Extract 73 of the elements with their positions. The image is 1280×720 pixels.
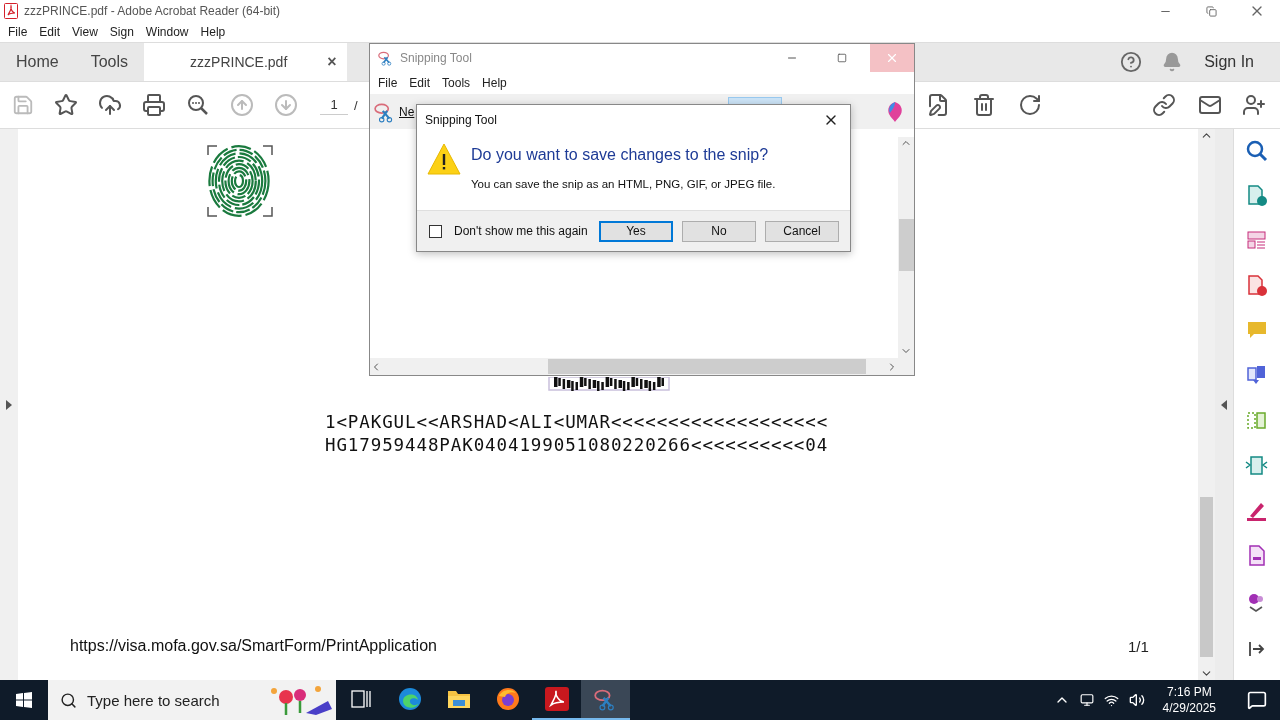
fingerprint-icon [207, 145, 273, 217]
compress-pdf-icon[interactable] [1245, 454, 1269, 478]
edit-document-icon[interactable] [926, 93, 950, 117]
page-number-field[interactable]: 1 [320, 95, 348, 115]
date-text: 4/29/2025 [1162, 700, 1216, 716]
windows-icon [16, 692, 32, 708]
menu-item[interactable]: File [2, 25, 34, 39]
menu-item[interactable]: Window [139, 25, 195, 39]
restore-icon[interactable] [1205, 5, 1217, 17]
close-tab-button[interactable]: × [327, 53, 337, 71]
menu-item[interactable]: View [66, 25, 104, 39]
collapse-arrow-icon[interactable] [1221, 399, 1227, 410]
rotate-icon[interactable] [1018, 93, 1042, 117]
mail-icon[interactable] [1198, 93, 1222, 117]
dialog-message: You can save the snip as an HTML, PNG, GIF, or JPEG file. [471, 178, 776, 190]
network-icon[interactable] [1103, 692, 1119, 708]
window-title: zzzPRINCE.pdf - Adobe Acrobat Reader (64-bit) [24, 4, 282, 18]
menu-item[interactable]: Edit [33, 25, 67, 39]
dialog-title: Snipping Tool [425, 113, 497, 127]
edge-icon[interactable] [397, 687, 422, 711]
mrz-text: 1<PAKGUL<<ARSHAD<ALI<UMAR<<<<<<<<<<<<<<<<<<< HG17959448PAK0404199051080220266<<<<<<<<<<04 [325, 411, 830, 457]
volume-icon[interactable] [1128, 692, 1145, 708]
star-icon[interactable] [54, 93, 78, 117]
scissors-icon [378, 50, 394, 66]
link-icon[interactable] [1152, 93, 1176, 117]
zoom-icon[interactable] [186, 93, 210, 117]
task-view-icon[interactable] [349, 689, 372, 709]
scrollbar-thumb[interactable] [1200, 497, 1213, 657]
menu-item[interactable]: Edit [403, 76, 437, 90]
scrollbar-thumb[interactable] [548, 359, 866, 374]
clock[interactable]: 7:16 PM 4/29/2025 [1154, 684, 1224, 716]
dialog-button[interactable]: Yes [599, 220, 673, 242]
sign-in-button[interactable]: Sign In [1192, 43, 1280, 81]
firefox-icon[interactable] [495, 687, 520, 711]
scrollbar-thumb[interactable] [898, 219, 914, 271]
acrobat-icon[interactable] [544, 687, 569, 711]
menu-item[interactable]: File [372, 76, 404, 90]
search-document-icon[interactable] [1245, 139, 1269, 163]
help-icon[interactable] [1120, 51, 1143, 73]
document-tab[interactable]: zzzPRINCE.pdf × [144, 43, 347, 81]
nav-tab[interactable]: Tools [74, 43, 145, 81]
dialog-button[interactable]: No [682, 220, 756, 242]
add-user-icon[interactable] [1242, 93, 1266, 117]
page-separator: / [354, 97, 358, 113]
menu-item[interactable]: Sign [103, 25, 140, 39]
meet-now-icon[interactable] [1079, 693, 1094, 707]
trash-icon[interactable] [972, 93, 996, 117]
export-pdf-icon[interactable] [1245, 184, 1269, 208]
new-snip-button[interactable]: Ne [374, 100, 415, 123]
dialog-button[interactable]: Cancel [765, 220, 839, 242]
create-pdf-icon[interactable] [1245, 274, 1269, 298]
menu-item[interactable]: Help [476, 76, 513, 90]
paint-drop-icon[interactable] [886, 100, 904, 123]
warning-icon [427, 143, 461, 175]
panel-exit-icon[interactable] [1248, 640, 1266, 658]
search-field[interactable]: Type here to search [48, 680, 336, 720]
print-icon[interactable] [142, 93, 166, 117]
menu-item[interactable]: Tools [436, 76, 477, 90]
maximize-icon[interactable] [837, 53, 847, 63]
search-icon [60, 691, 77, 709]
time-text: 7:16 PM [1166, 684, 1212, 700]
notification-icon[interactable] [1247, 690, 1267, 710]
dialog-heading: Do you want to save changes to the snip? [471, 146, 770, 164]
expand-arrow-icon[interactable] [6, 399, 12, 410]
page-count: 1/1 [1127, 637, 1149, 655]
folder-icon[interactable] [446, 688, 471, 710]
window-title: Snipping Tool [400, 51, 473, 65]
checkbox-label: Don't show me this again [454, 224, 588, 238]
pdf-icon [4, 3, 18, 19]
url-text: https://visa.mofa.gov.sa/SmartForm/PrintApplication [70, 637, 437, 655]
nav-tab[interactable]: Home [0, 43, 75, 81]
cloud-upload-icon[interactable] [98, 93, 122, 117]
menu-item[interactable]: Help [194, 25, 232, 39]
